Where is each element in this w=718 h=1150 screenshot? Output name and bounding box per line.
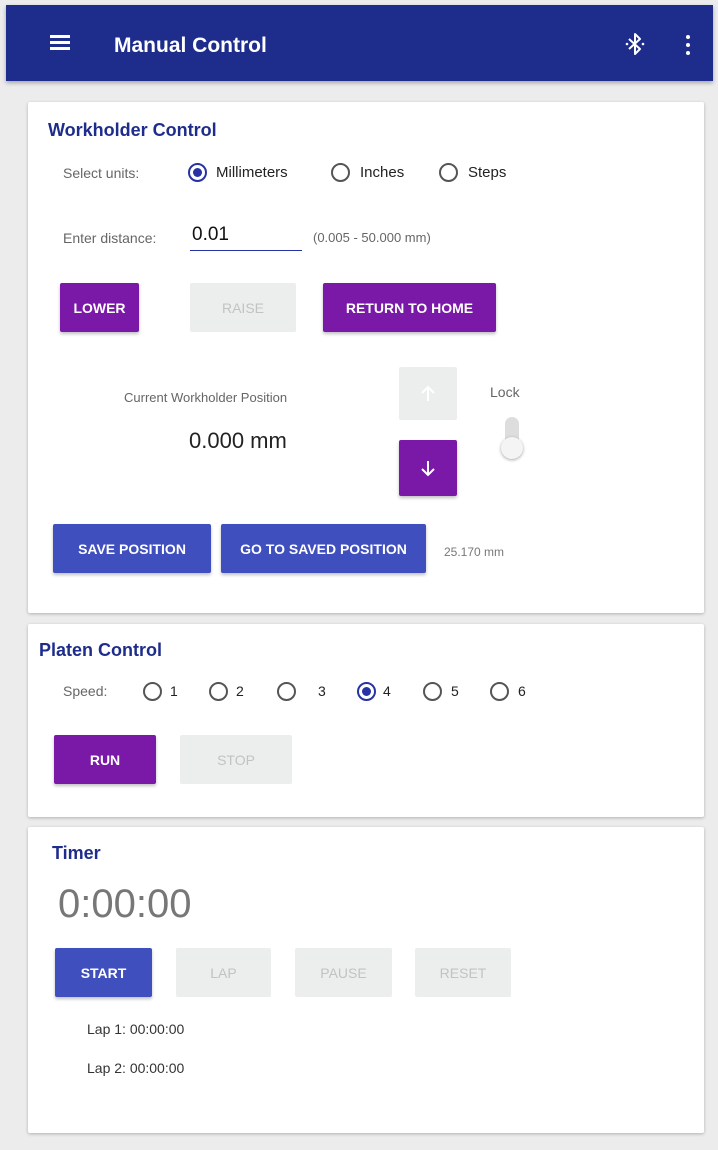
radio-steps[interactable] bbox=[439, 163, 458, 182]
radio-steps-label: Steps bbox=[468, 164, 507, 181]
radio-speed-5[interactable] bbox=[423, 682, 442, 701]
hamburger-menu-icon[interactable] bbox=[50, 35, 70, 51]
radio-speed-2[interactable] bbox=[209, 682, 228, 701]
raise-button[interactable]: RAISE bbox=[190, 283, 296, 332]
go-to-saved-position-button[interactable]: GO TO SAVED POSITION bbox=[221, 524, 426, 573]
arrow-down-icon bbox=[421, 461, 435, 477]
radio-speed-3-label: 3 bbox=[318, 683, 326, 699]
radio-speed-1[interactable] bbox=[143, 682, 162, 701]
bluetooth-icon[interactable] bbox=[624, 32, 646, 56]
radio-speed-6-label: 6 bbox=[518, 683, 526, 699]
speed-label: Speed: bbox=[63, 683, 108, 699]
lap-button[interactable]: LAP bbox=[176, 948, 271, 997]
radio-millimeters[interactable] bbox=[188, 163, 207, 182]
arrow-up-button[interactable] bbox=[399, 367, 457, 420]
distance-label: Enter distance: bbox=[63, 230, 157, 246]
return-to-home-button[interactable]: RETURN TO HOME bbox=[323, 283, 496, 332]
run-button[interactable]: RUN bbox=[54, 735, 156, 784]
radio-millimeters-label: Millimeters bbox=[216, 164, 288, 181]
save-position-button[interactable]: SAVE POSITION bbox=[53, 524, 211, 573]
arrow-up-icon bbox=[421, 385, 435, 401]
lock-label: Lock bbox=[490, 384, 520, 400]
lock-switch[interactable] bbox=[501, 417, 523, 459]
stop-button[interactable]: STOP bbox=[180, 735, 292, 784]
platen-card: Platen Control Speed: 1 2 3 4 5 6 RUN ST… bbox=[28, 624, 704, 817]
units-label: Select units: bbox=[63, 165, 140, 181]
app-bar: Manual Control bbox=[6, 5, 713, 81]
radio-inches[interactable] bbox=[331, 163, 350, 182]
timer-display: 0:00:00 bbox=[58, 882, 192, 926]
page-title: Manual Control bbox=[114, 34, 267, 57]
radio-speed-2-label: 2 bbox=[236, 683, 244, 699]
radio-speed-4[interactable] bbox=[357, 682, 376, 701]
reset-button[interactable]: RESET bbox=[415, 948, 511, 997]
position-value: 0.000 mm bbox=[189, 428, 287, 453]
radio-speed-3[interactable] bbox=[277, 682, 296, 701]
saved-position-value: 25.170 mm bbox=[444, 545, 505, 559]
distance-input[interactable] bbox=[190, 224, 302, 251]
lap-2-text: Lap 2: 00:00:00 bbox=[87, 1060, 185, 1076]
arrow-down-button[interactable] bbox=[399, 440, 457, 496]
radio-inches-label: Inches bbox=[360, 164, 405, 181]
position-label: Current Workholder Position bbox=[124, 390, 288, 405]
timer-card: Timer 0:00:00 START LAP PAUSE RESET Lap … bbox=[28, 827, 704, 1133]
start-button[interactable]: START bbox=[55, 948, 152, 997]
lower-button[interactable]: LOWER bbox=[60, 283, 139, 332]
radio-speed-5-label: 5 bbox=[451, 683, 459, 699]
more-vert-icon[interactable] bbox=[680, 33, 696, 57]
lap-1-text: Lap 1: 00:00:00 bbox=[87, 1021, 185, 1037]
radio-speed-4-label: 4 bbox=[383, 683, 391, 699]
platen-title: Platen Control bbox=[39, 640, 163, 660]
timer-title: Timer bbox=[52, 843, 101, 863]
workholder-card: Workholder Control Select units: Millime… bbox=[28, 102, 704, 613]
radio-speed-6[interactable] bbox=[490, 682, 509, 701]
workholder-title: Workholder Control bbox=[48, 120, 217, 140]
distance-range: (0.005 - 50.000 mm) bbox=[313, 230, 431, 245]
radio-speed-1-label: 1 bbox=[170, 683, 178, 699]
pause-button[interactable]: PAUSE bbox=[295, 948, 392, 997]
